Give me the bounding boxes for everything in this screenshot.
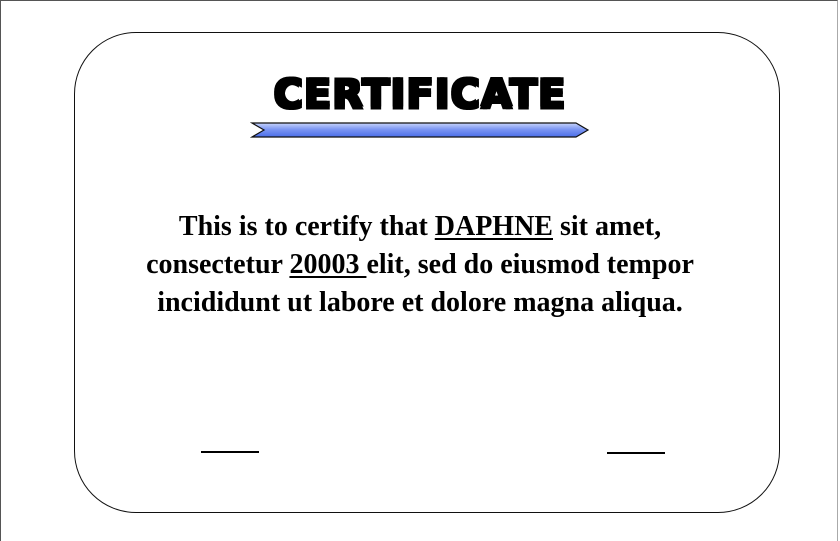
title-ribbon-banner: [250, 122, 590, 138]
certificate-code: 20003: [289, 249, 367, 280]
certificate-title: CERTIFICATE: [273, 72, 567, 119]
body-prefix: This is to certify that: [178, 211, 435, 242]
body-line3: incididunt ut labore et dolore magna ali…: [157, 287, 683, 318]
signature-line-right: [607, 452, 665, 454]
signature-line-left: [201, 451, 259, 453]
recipient-name: DAPHNE: [434, 211, 553, 242]
body-after-name: sit amet,: [553, 211, 662, 242]
certificate-body-text: This is to certify that DAPHNE sit amet,…: [100, 208, 740, 322]
certificate-header: CERTIFICATE: [250, 66, 590, 146]
body-line2-suffix: elit, sed do eiusmod tempor: [366, 249, 694, 280]
body-line2-prefix: consectetur: [146, 249, 290, 280]
